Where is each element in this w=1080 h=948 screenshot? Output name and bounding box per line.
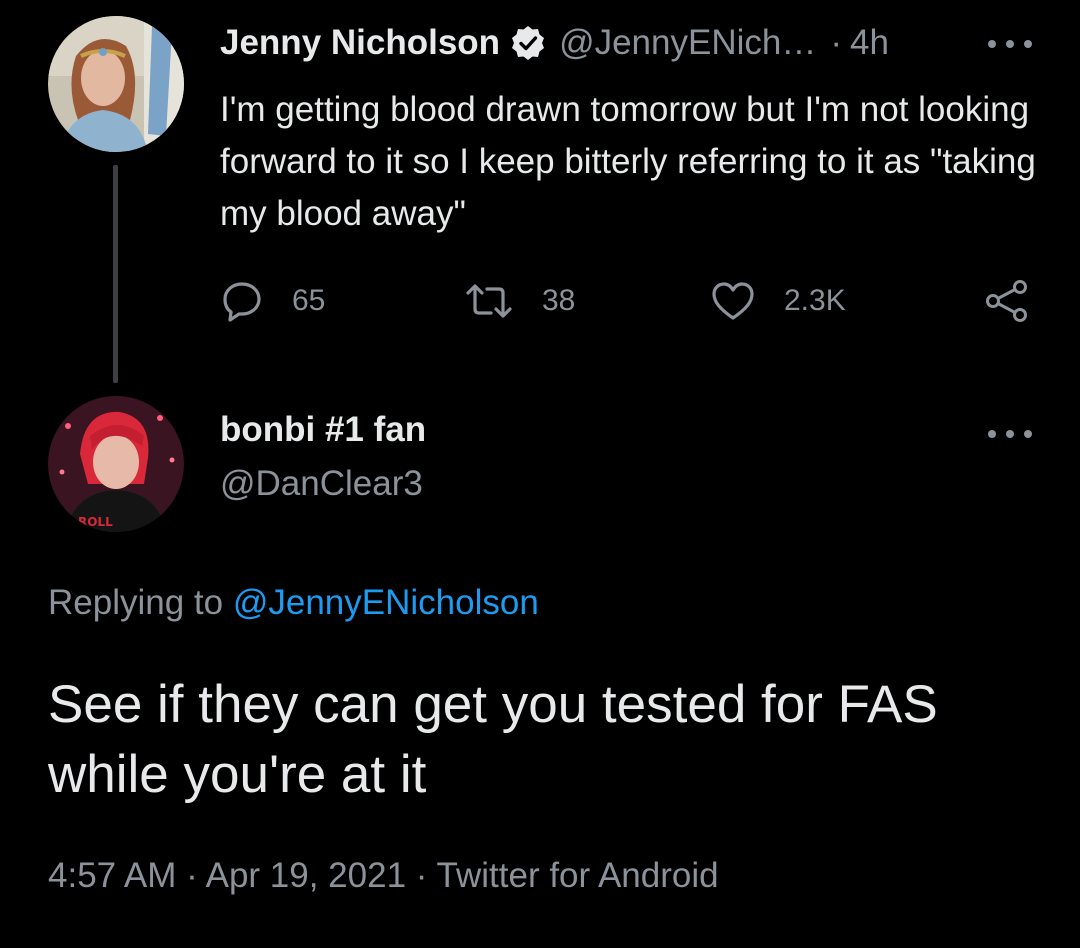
thread-connector: [113, 165, 118, 383]
tweet-timestamp[interactable]: 4:57 AM: [48, 856, 176, 895]
verified-badge-icon: [509, 24, 547, 62]
bonbi-avatar[interactable]: ROLL: [48, 396, 184, 532]
tweet-client-link[interactable]: Twitter for Android: [437, 856, 719, 895]
like-button[interactable]: 2.3K: [710, 278, 846, 324]
retweet-count: 38: [542, 284, 576, 317]
retweet-icon: [464, 279, 514, 323]
reply-text: See if they can get you tested for FAS w…: [48, 675, 938, 804]
tweet-meta: 4:57 AM · Apr 19, 2021 · Twitter for And…: [48, 856, 719, 896]
reply-count: 65: [292, 284, 326, 317]
like-icon: [710, 279, 756, 323]
like-count: 2.3K: [784, 284, 846, 317]
retweet-button[interactable]: 38: [464, 278, 575, 324]
share-icon: [984, 278, 1030, 324]
tweet-time[interactable]: 4h: [850, 23, 889, 63]
meta-separator: ·: [186, 856, 198, 895]
more-options-icon[interactable]: [988, 34, 1032, 54]
jenny-avatar[interactable]: [48, 16, 184, 152]
author-handle[interactable]: @JennyENich…: [559, 23, 816, 63]
tweet-text: I'm getting blood drawn tomorrow but I'm…: [220, 90, 1036, 233]
share-button[interactable]: [984, 278, 1030, 324]
tweet-actions: 65 38 2.3K: [220, 278, 1040, 324]
tweet-header: Jenny Nicholson @JennyENich… · 4h: [220, 20, 889, 66]
reply-icon: [220, 279, 264, 323]
svg-text:ROLL: ROLL: [78, 515, 113, 529]
replying-to: Replying to @JennyENicholson: [48, 583, 539, 623]
header-separator: ·: [830, 23, 843, 62]
meta-separator: ·: [415, 856, 428, 895]
more-options-icon[interactable]: [988, 424, 1032, 444]
reply-author-name[interactable]: bonbi #1 fan: [220, 410, 426, 450]
author-name[interactable]: Jenny Nicholson: [220, 23, 500, 63]
reply-button[interactable]: 65: [220, 278, 325, 324]
replying-prefix: Replying to: [48, 583, 224, 622]
replying-mention-link[interactable]: @JennyENicholson: [233, 583, 539, 622]
reply-author-handle[interactable]: @DanClear3: [220, 464, 423, 504]
tweet-date[interactable]: Apr 19, 2021: [206, 856, 406, 895]
